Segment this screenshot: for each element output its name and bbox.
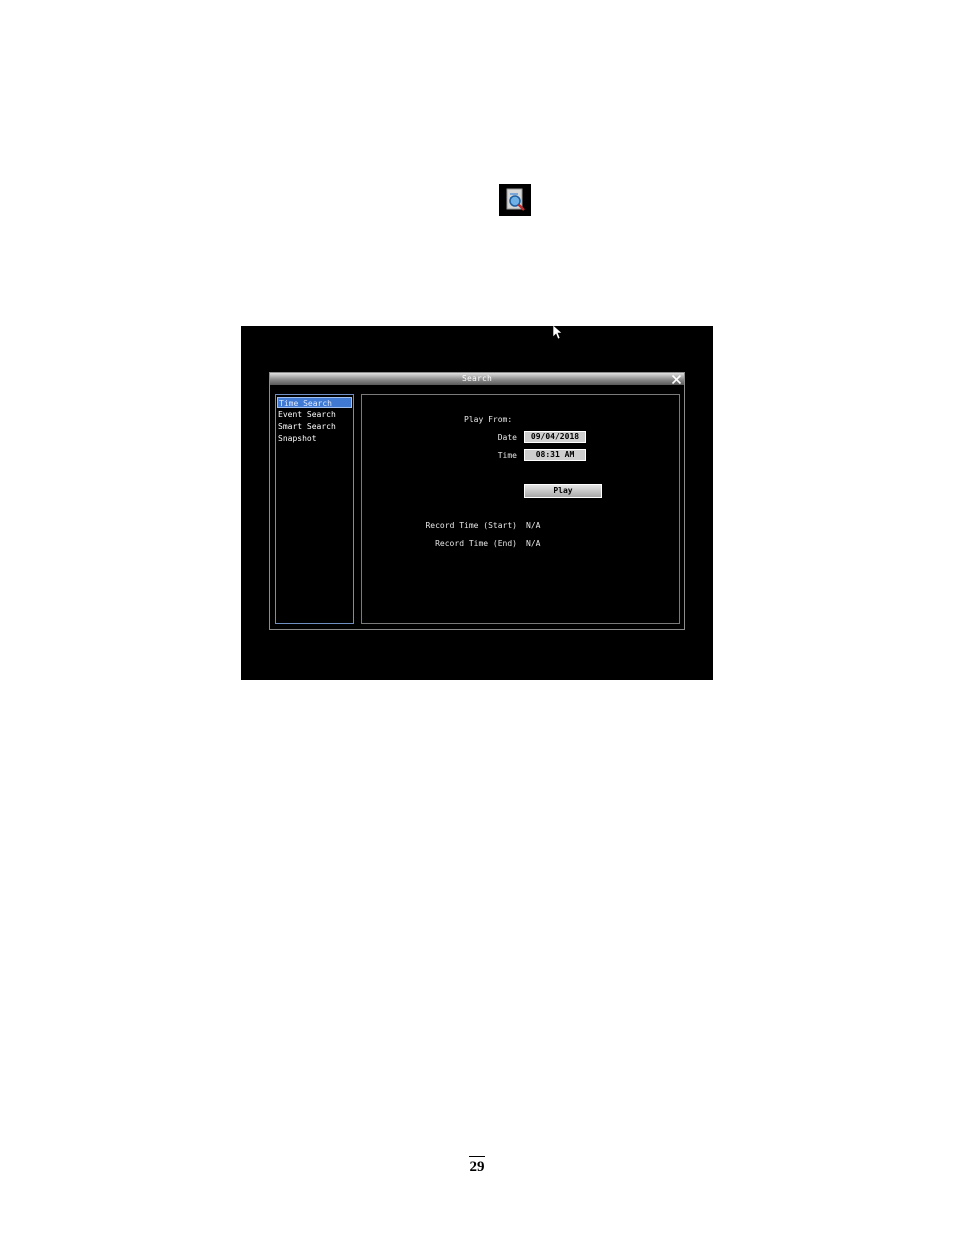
time-label: Time — [497, 451, 517, 460]
sidebar-item-event-search[interactable]: Event Search — [277, 409, 352, 420]
footer-rule — [469, 1156, 485, 1157]
play-button[interactable]: Play — [524, 484, 602, 498]
dvr-screen: Search Time Search Event Search Smart Se… — [241, 326, 713, 680]
date-field[interactable]: 09/04/2018 — [524, 431, 586, 443]
mouse-pointer-icon — [552, 326, 563, 340]
sidebar-item-label: Smart Search — [278, 422, 336, 431]
sidebar-item-label: Time Search — [279, 399, 332, 408]
record-start-label: Record Time (Start) — [425, 521, 517, 530]
dialog-titlebar: Search — [270, 373, 684, 385]
record-end-label: Record Time (End) — [435, 539, 517, 548]
search-icon — [506, 188, 525, 211]
time-search-panel: Play From: Date 09/04/2018 Time 08:31 AM… — [361, 394, 680, 624]
time-field[interactable]: 08:31 AM — [524, 449, 586, 461]
sidebar-item-smart-search[interactable]: Smart Search — [277, 421, 352, 432]
close-icon[interactable] — [671, 374, 682, 385]
sidebar-item-snapshot[interactable]: Snapshot — [277, 433, 352, 444]
search-dialog: Search Time Search Event Search Smart Se… — [269, 372, 685, 630]
search-menu-icon — [499, 184, 531, 216]
dialog-title: Search — [461, 374, 493, 383]
record-start-value: N/A — [526, 521, 541, 530]
play-from-label: Play From: — [464, 415, 513, 424]
record-end-value: N/A — [526, 539, 541, 548]
search-type-menu: Time Search Event Search Smart Search Sn… — [275, 394, 354, 624]
sidebar-item-label: Snapshot — [278, 434, 317, 443]
date-label: Date — [497, 433, 517, 442]
sidebar-item-time-search[interactable]: Time Search — [277, 397, 352, 408]
page-footer: 29 — [462, 1156, 492, 1176]
sidebar-item-label: Event Search — [278, 410, 336, 419]
page-number: 29 — [469, 1159, 485, 1175]
